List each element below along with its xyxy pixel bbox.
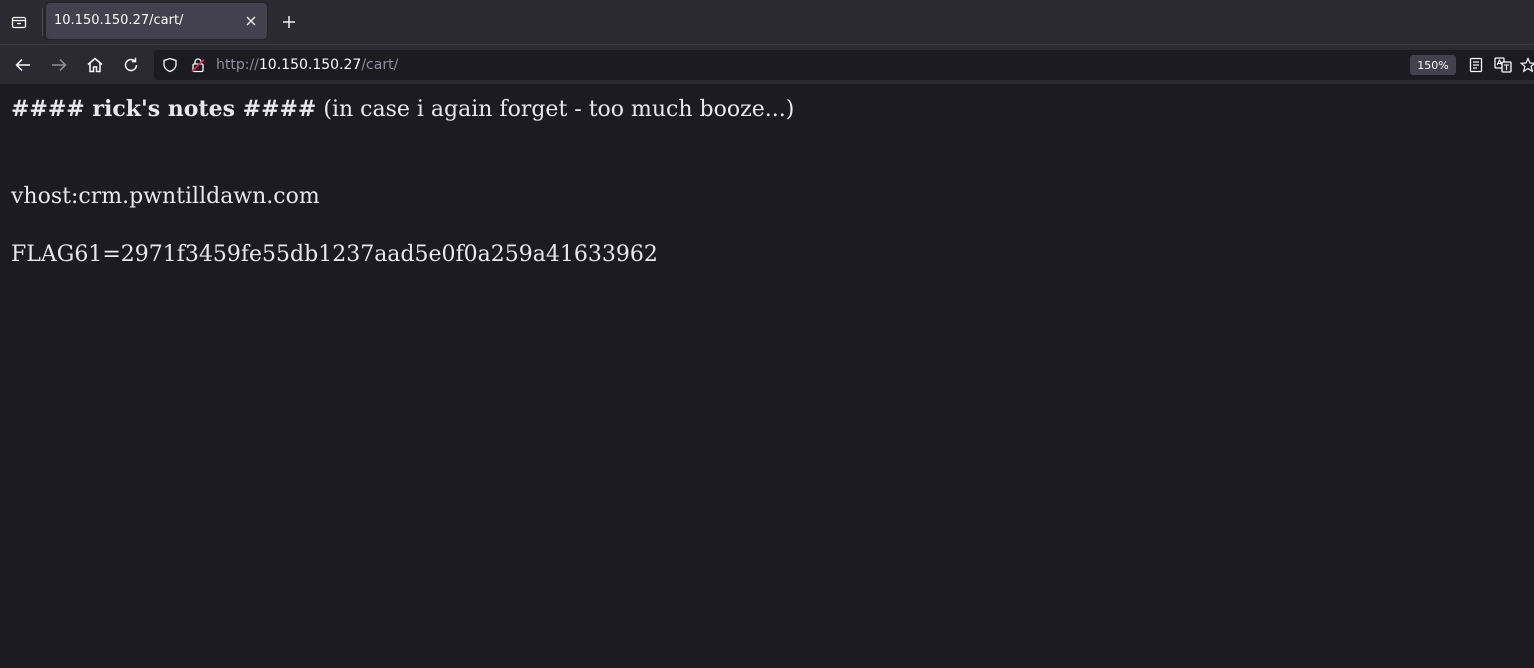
tab-list-icon [11,16,27,29]
home-icon [87,57,103,73]
close-icon [246,16,256,26]
tab-list-button[interactable] [6,9,32,35]
vhost-line: vhost:crm.pwntilldawn.com [11,184,320,209]
notes-heading: #### rick's notes #### (in case i again … [11,96,794,122]
lock-insecure-icon [191,58,205,73]
notes-title: #### rick's notes #### [11,96,317,122]
url-scheme: http:// [216,57,259,73]
bookmark-button[interactable] [1518,55,1534,75]
url-text[interactable]: http://10.150.150.27/cart/ [216,57,398,73]
translate-button[interactable] [1493,55,1513,75]
forward-button[interactable] [47,53,71,77]
page-content: #### rick's notes #### (in case i again … [0,84,1534,668]
reader-view-icon [1469,57,1483,73]
tab-separator [42,8,43,36]
star-icon [1520,57,1534,73]
site-info-button[interactable] [188,55,208,75]
reader-view-button[interactable] [1466,55,1486,75]
url-path: /cart/ [361,57,399,73]
reload-icon [124,57,138,72]
plus-icon [283,16,295,28]
arrow-left-icon [15,58,30,72]
url-bar[interactable]: http://10.150.150.27/cart/ 150% [154,50,1534,80]
translate-icon [1494,57,1512,73]
shield-icon [163,57,177,73]
tracking-protection-button[interactable] [160,55,180,75]
url-host: 10.150.150.27 [258,57,362,73]
home-button[interactable] [83,53,107,77]
back-button[interactable] [11,53,35,77]
tab-bar: 10.150.150.27/cart/ [0,0,1534,44]
zoom-level-button[interactable]: 150% [1410,55,1456,75]
tab-active[interactable]: 10.150.150.27/cart/ [46,3,267,39]
new-tab-button[interactable] [278,11,300,33]
notes-subtitle: (in case i again forget - too much booze… [316,97,795,122]
flag-line: FLAG61=2971f3459fe55db1237aad5e0f0a259a4… [11,242,658,267]
tab-close-button[interactable] [243,13,259,29]
tab-title: 10.150.150.27/cart/ [54,13,184,28]
navigation-toolbar: http://10.150.150.27/cart/ 150% [0,44,1534,84]
arrow-right-icon [52,58,67,72]
reload-button[interactable] [119,53,143,77]
